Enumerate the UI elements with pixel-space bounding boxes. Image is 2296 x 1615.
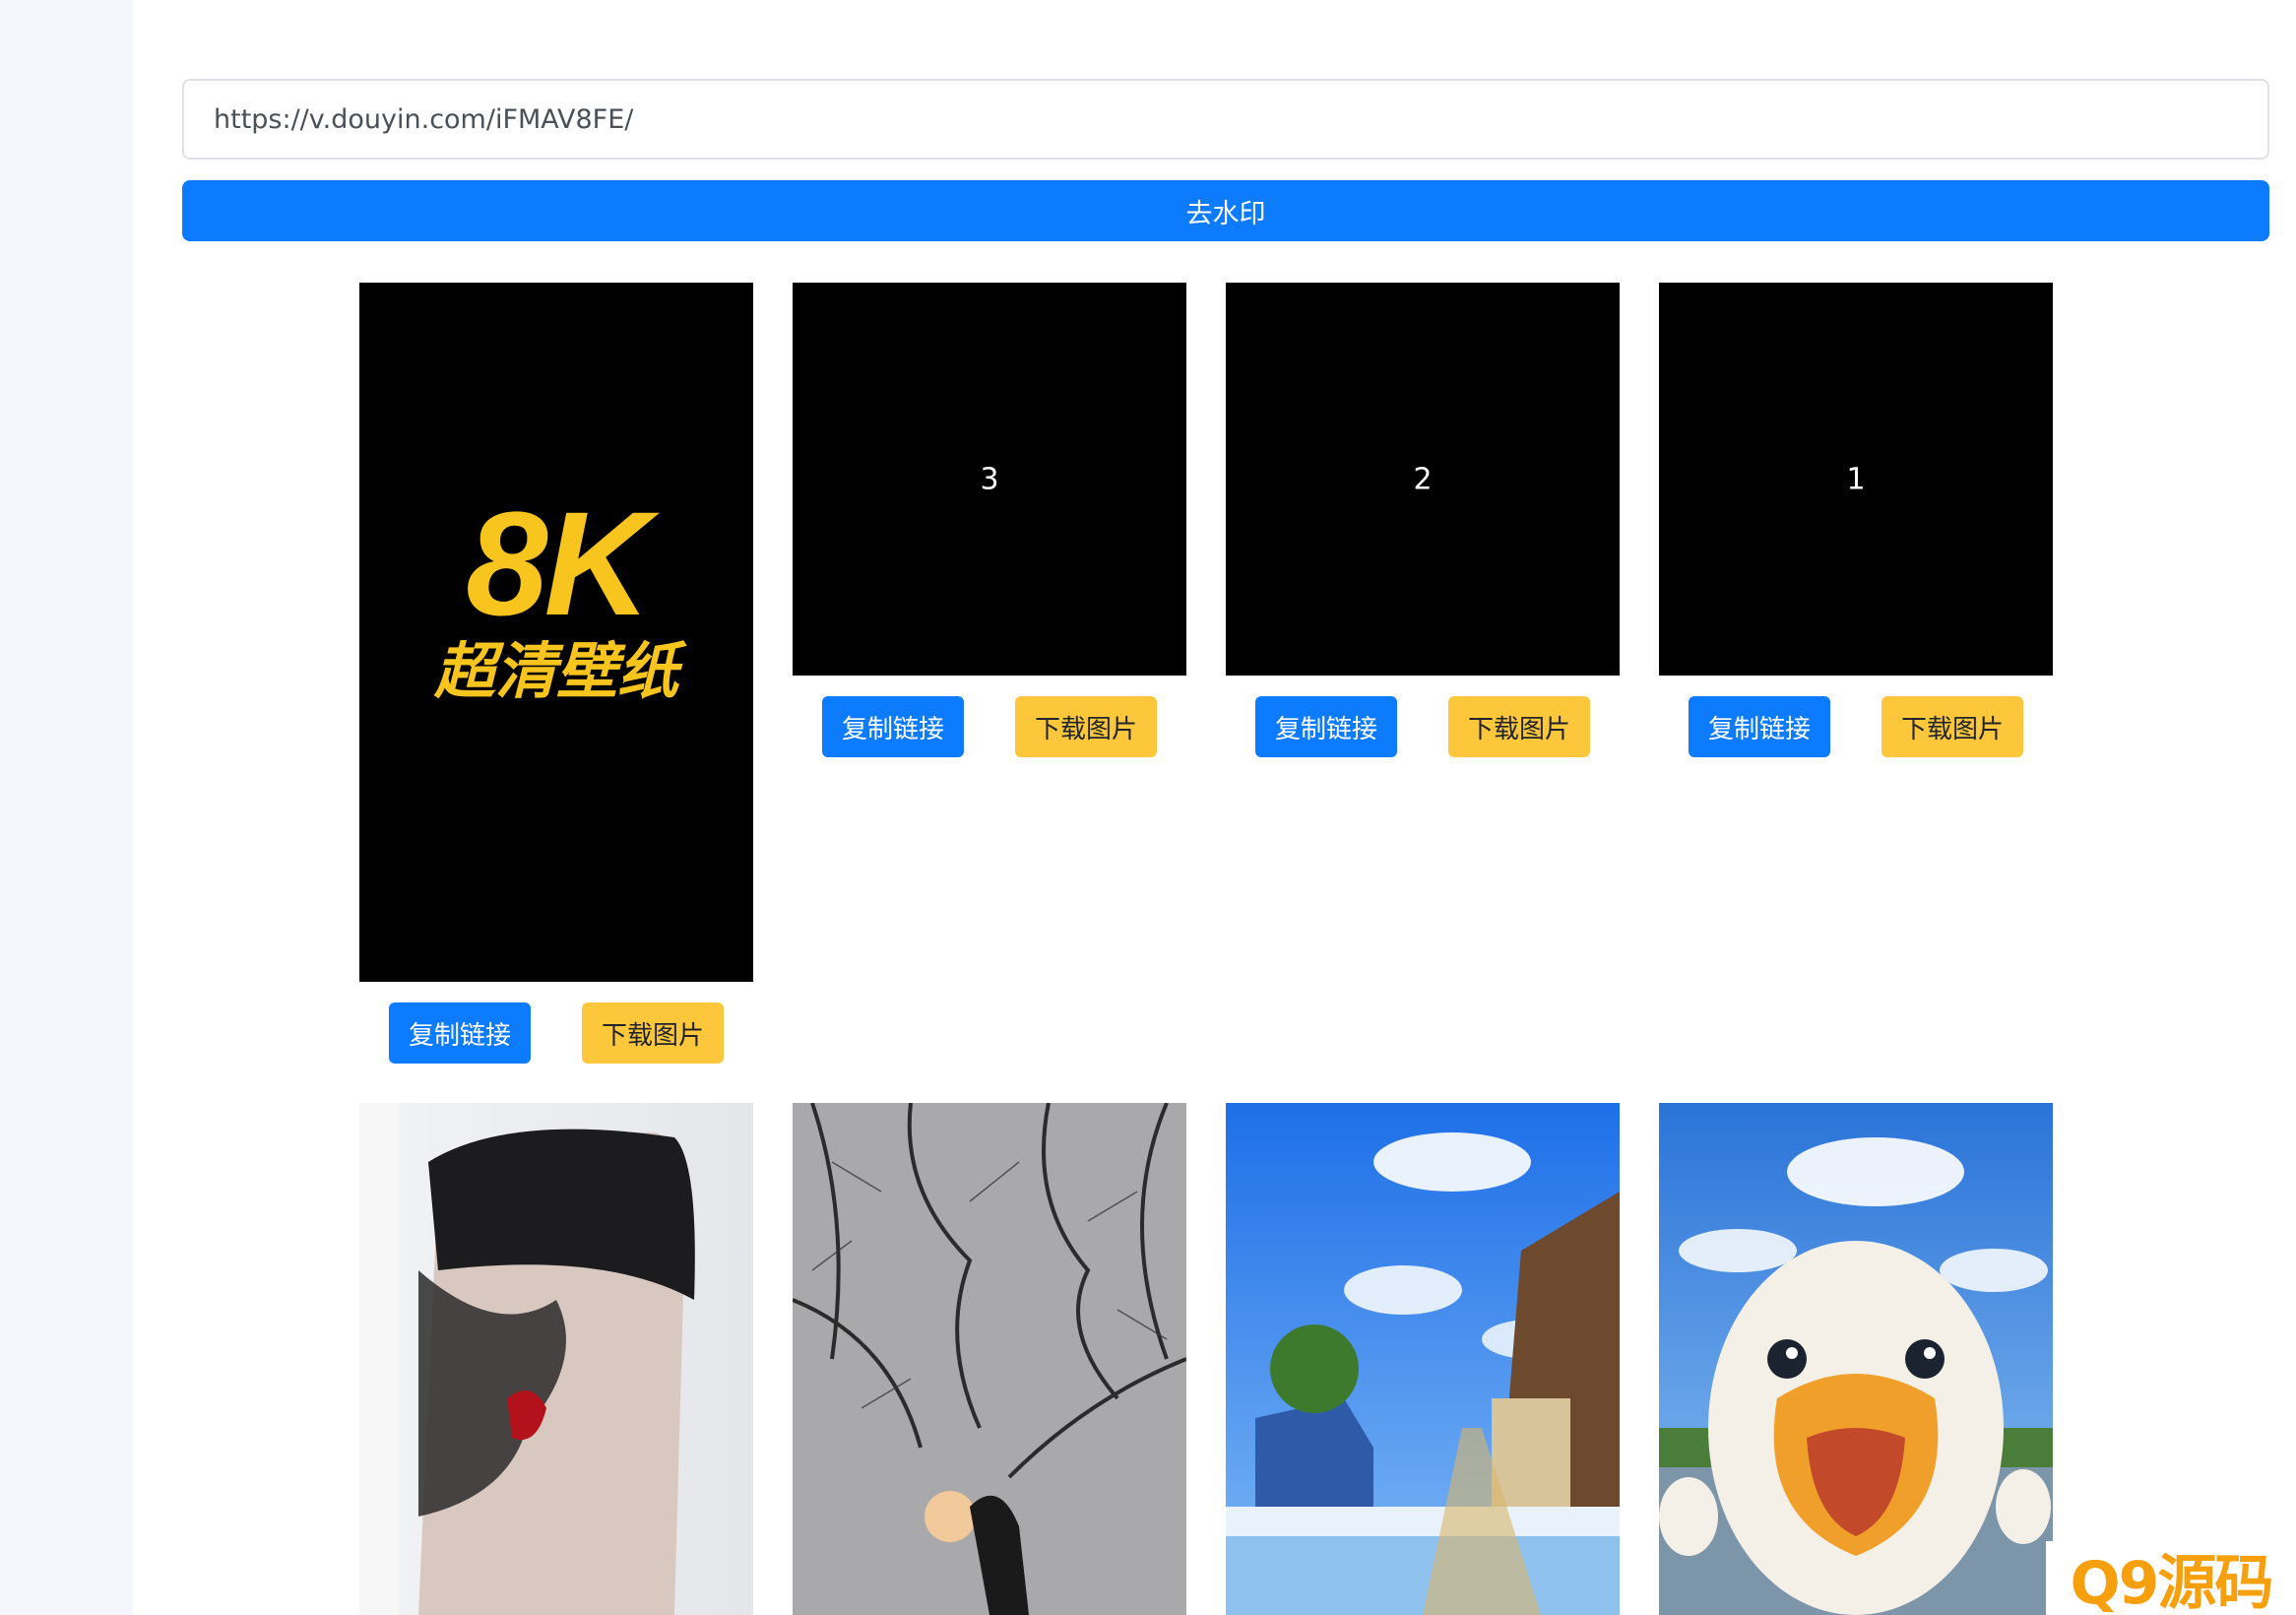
video-url-input[interactable] (182, 79, 2269, 160)
trees-illustration (793, 1103, 1186, 1615)
left-rail (0, 0, 133, 1615)
remove-watermark-button[interactable]: 去水印 (182, 180, 2269, 241)
copy-link-button-2[interactable]: 复制链接 (1255, 696, 1397, 757)
photo-duck (1659, 1103, 2053, 1615)
page: 去水印 8K 超清壁纸 复制链接 下载图片 3 复制链接 下载图片 2 复制链接… (0, 0, 2296, 1615)
tile-number: 3 (980, 462, 999, 496)
tile-number: 2 (1413, 462, 1433, 496)
tile-number: 1 (1846, 462, 1866, 496)
photo-trees-moon (793, 1103, 1186, 1615)
photo-alley-sky (1226, 1103, 1620, 1615)
cover-headline: 8K (466, 481, 651, 646)
duck-illustration (1659, 1103, 2053, 1615)
download-image-button-3[interactable]: 下载图片 (1015, 696, 1157, 757)
cover-subline: 超清壁纸 (433, 635, 678, 707)
copy-link-button-cover[interactable]: 复制链接 (389, 1002, 531, 1064)
alley-illustration (1226, 1103, 1620, 1615)
download-image-button-1[interactable]: 下载图片 (1881, 696, 2023, 757)
copy-link-button-3[interactable]: 复制链接 (822, 696, 964, 757)
photo-portrait (359, 1103, 753, 1615)
image-tile-2: 2 (1226, 283, 1620, 676)
download-image-button-cover[interactable]: 下载图片 (582, 1002, 724, 1064)
image-tile-1: 1 (1659, 283, 2053, 676)
portrait-illustration (359, 1103, 753, 1615)
download-image-button-2[interactable]: 下载图片 (1448, 696, 1590, 757)
cover-image: 8K 超清壁纸 (359, 283, 753, 982)
site-watermark-logo: Q9源码 (2046, 1541, 2296, 1615)
copy-link-button-1[interactable]: 复制链接 (1689, 696, 1830, 757)
image-tile-3: 3 (793, 283, 1186, 676)
